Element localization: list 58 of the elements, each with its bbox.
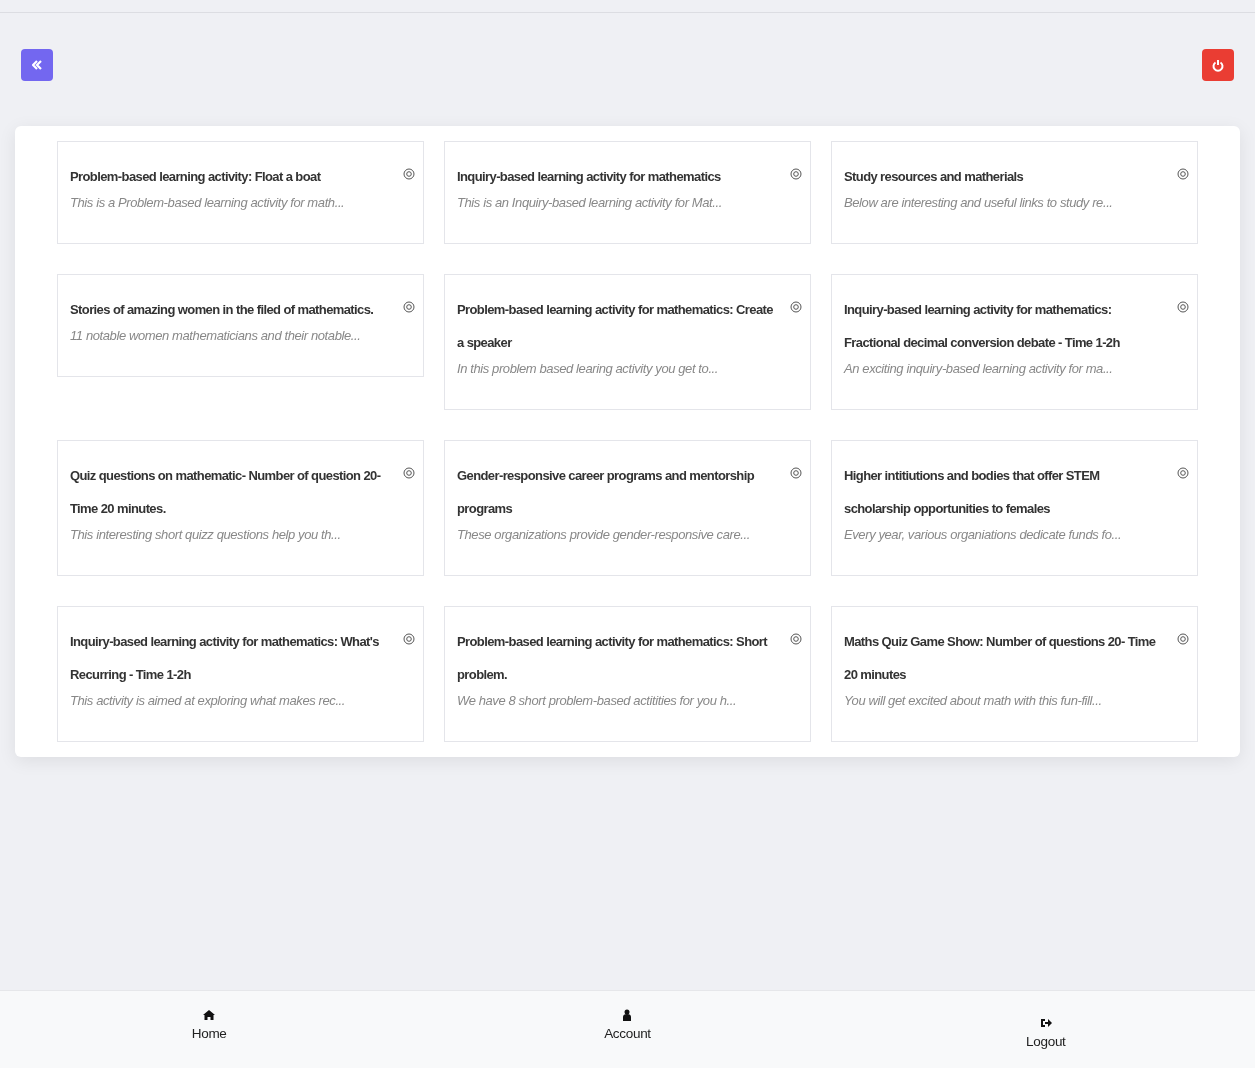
resource-card[interactable]: Quiz questions on mathematic- Number of question 20- Time 20 minutes. This interesting short quizz questions help you th... (57, 440, 424, 576)
card-summary: This interesting short quizz questions help you th... (70, 526, 342, 544)
exit-icon (1039, 1017, 1052, 1029)
card-title: Problem-based learning activity for mathematics: Create a speaker (457, 301, 774, 352)
circle-icon (1177, 168, 1189, 180)
card-summary: This is an Inquiry-based learning activity for Mat... (457, 194, 723, 212)
card-summary: You will get excited about math with this fun-fill... (844, 692, 1103, 710)
circle-icon (403, 168, 415, 180)
card-summary: These organizations provide gender-responsive care... (457, 526, 751, 544)
person-icon (621, 1009, 634, 1021)
circle-icon (403, 301, 415, 313)
nav-link[interactable]: Account (418, 991, 837, 1068)
card-summary: We have 8 short problem-based actitities for you h... (457, 692, 738, 710)
circle-icon (790, 301, 802, 313)
card-summary: 11 notable women mathematicians and their notable... (70, 327, 362, 345)
house-icon (203, 1009, 216, 1021)
circle-icon (403, 467, 415, 479)
card-summary: This is a Problem-based learning activity for math... (70, 194, 346, 212)
card-title: Study resources and matherials (844, 168, 1025, 186)
circle-icon (1177, 633, 1189, 645)
card-title: Problem-based learning activity: Float a boat (70, 168, 322, 186)
resource-card[interactable]: Maths Quiz Game Show: Number of questions 20- Time 20 minutes You will get excited about math with this fun-fill... (831, 606, 1198, 742)
card-title: Problem-based learning activity for mathematics: Short problem. (457, 633, 769, 684)
resource-card[interactable]: Study resources and matherials Below are interesting and useful links to study re... (831, 141, 1198, 244)
resource-card[interactable]: Higher intitiutions and bodies that offer STEM scholarship opportunities to females Every year, various organiations dedicate funds fo... (831, 440, 1198, 576)
power-icon (1212, 58, 1224, 72)
resource-card[interactable]: Inquiry-based learning activity for mathematics: What's Recurring - Time 1-2h This activity is aimed at exploring what makes rec... (57, 606, 424, 742)
double-chevron-left-icon (32, 60, 42, 70)
resource-card[interactable]: Problem-based learning activity for mathematics: Create a speaker In this problem based learing activity you get to... (444, 274, 811, 410)
card-summary: Below are interesting and useful links to study re... (844, 194, 1114, 212)
card-title: Inquiry-based learning activity for mathematics: Fractional decimal conversion debate - Time 1-2h (844, 301, 1121, 352)
circle-icon (403, 633, 415, 645)
collapse-button[interactable] (21, 49, 53, 81)
circle-icon (790, 633, 802, 645)
resource-card[interactable]: Inquiry-based learning activity for mathematics This is an Inquiry-based learning activity for Mat... (444, 141, 811, 244)
resource-card[interactable]: Problem-based learning activity: Float a boat This is a Problem-based learning activity for math... (57, 141, 424, 244)
card-title: Maths Quiz Game Show: Number of questions 20- Time 20 minutes (844, 633, 1157, 684)
resource-card[interactable]: Inquiry-based learning activity for mathematics: Fractional decimal conversion debate - Time 1-2h An exciting inquiry-based learning activity for ma... (831, 274, 1198, 410)
card-summary: In this problem based learing activity you get to... (457, 360, 720, 378)
card-title: Inquiry-based learning activity for mathematics: What's Recurring - Time 1-2h (70, 633, 380, 684)
card-summary: This activity is aimed at exploring what makes rec... (70, 692, 347, 710)
resource-card[interactable]: Gender-responsive career programs and mentorship programs These organizations provide gender-responsive care... (444, 440, 811, 576)
resource-card[interactable]: Problem-based learning activity for mathematics: Short problem. We have 8 short problem-based actitities for you h... (444, 606, 811, 742)
card-title: Quiz questions on mathematic- Number of question 20- Time 20 minutes. (70, 467, 382, 518)
card-title: Stories of amazing women in the filed of mathematics. (70, 301, 375, 319)
card-summary: Every year, various organiations dedicate funds fo... (844, 526, 1123, 544)
circle-icon (790, 168, 802, 180)
card-title: Higher intitiutions and bodies that offer STEM scholarship opportunities to females (844, 467, 1101, 518)
card-title: Gender-responsive career programs and mentorship programs (457, 467, 756, 518)
resource-card[interactable]: Stories of amazing women in the filed of mathematics. 11 notable women mathematicians and their notable... (57, 274, 424, 377)
nav-link[interactable]: Home (0, 991, 419, 1068)
card-title: Inquiry-based learning activity for mathematics (457, 168, 722, 186)
card-summary: An exciting inquiry-based learning activity for ma... (844, 360, 1114, 378)
power-button[interactable] (1202, 49, 1234, 81)
circle-icon (1177, 467, 1189, 479)
circle-icon (790, 467, 802, 479)
circle-icon (1177, 301, 1189, 313)
nav-link[interactable]: Logout (836, 991, 1255, 1068)
